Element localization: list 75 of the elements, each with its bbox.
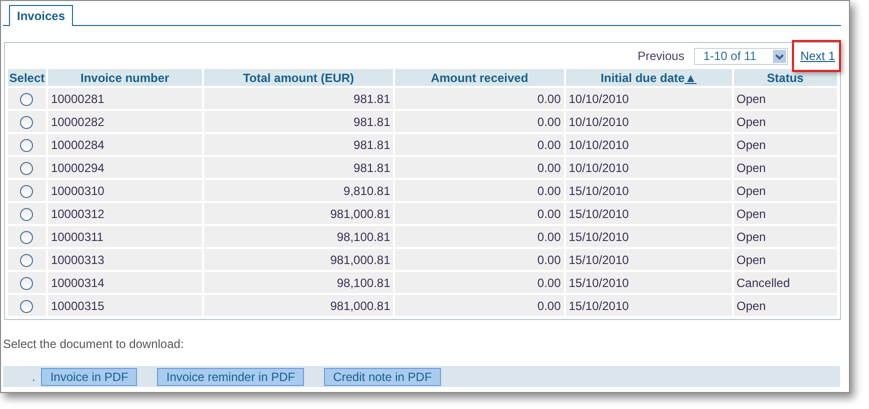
table-cell: 0.00 (395, 180, 564, 201)
column-header: Select (8, 69, 46, 86)
radio-button[interactable] (20, 276, 34, 290)
table-cell: 0.00 (395, 134, 564, 155)
table-cell: 10000312 (48, 203, 202, 224)
table-cell: 10000313 (48, 249, 202, 270)
table-cell: Open (734, 226, 837, 247)
table-cell: 0.00 (395, 249, 564, 270)
table-cell: 10/10/2010 (566, 88, 732, 109)
table-cell: 15/10/2010 (566, 226, 732, 247)
table-cell: 0.00 (395, 88, 564, 109)
radio-button[interactable] (20, 184, 34, 198)
table-cell: 10000282 (48, 111, 202, 132)
download-prompt: Select the document to download: (3, 337, 185, 351)
column-header: Total amount (EUR) (204, 69, 394, 86)
table-cell: 981,000.81 (204, 249, 394, 270)
table-cell: 10000281 (48, 88, 202, 109)
bullet-mark: . (32, 370, 36, 384)
table-cell: 0.00 (395, 203, 564, 224)
page-range-dropdown[interactable]: 1-10 of 11 (694, 48, 788, 64)
table-cell: Open (734, 134, 837, 155)
table-cell: 10000310 (48, 180, 202, 201)
table-cell: 10/10/2010 (566, 157, 732, 178)
table-cell: Open (734, 157, 837, 178)
table-cell: 10000294 (48, 157, 202, 178)
table-cell: Open (734, 203, 837, 224)
table-cell: 15/10/2010 (566, 180, 732, 201)
table-cell: 0.00 (395, 226, 564, 247)
table-cell: 15/10/2010 (566, 272, 732, 293)
download-button[interactable]: Credit note in PDF (324, 368, 441, 386)
column-header: Status (734, 69, 837, 86)
radio-button[interactable] (20, 300, 34, 313)
table-cell: 10000314 (48, 272, 202, 293)
table-cell: 981,000.81 (204, 295, 394, 316)
column-header: Invoice number (48, 69, 202, 86)
table-cell: Open (734, 111, 837, 132)
table-cell: Cancelled (734, 272, 837, 293)
table-cell: 15/10/2010 (566, 203, 732, 224)
table-cell: Open (734, 295, 837, 316)
table-cell: Open (734, 180, 837, 201)
column-header: Initial due date▲ (566, 69, 732, 86)
table-cell: 981.81 (204, 157, 394, 178)
radio-button[interactable] (20, 116, 34, 129)
download-button[interactable]: Invoice in PDF (41, 368, 138, 386)
radio-button[interactable] (20, 162, 34, 175)
table-cell: 0.00 (395, 295, 564, 316)
radio-button[interactable] (20, 254, 34, 267)
table-cell: 10000311 (48, 226, 202, 247)
table-cell: 0.00 (395, 111, 564, 132)
radio-button[interactable] (20, 138, 34, 152)
table-cell: 10/10/2010 (566, 134, 732, 155)
table-cell: 0.00 (395, 157, 564, 178)
table-cell: 10000284 (48, 134, 202, 155)
download-button[interactable]: Invoice reminder in PDF (157, 368, 304, 386)
table-cell: 98,100.81 (204, 226, 394, 247)
table-cell: 10000315 (48, 295, 202, 316)
table-cell: Open (734, 249, 837, 270)
next-link[interactable]: Next 1 (800, 49, 835, 63)
radio-button[interactable] (20, 230, 34, 244)
table-cell: 981.81 (204, 111, 394, 132)
table-cell: 0.00 (395, 272, 564, 293)
radio-button[interactable] (20, 208, 34, 221)
table-cell: 981.81 (204, 134, 394, 155)
table-cell: 9,810.81 (204, 180, 394, 201)
table-cell: 981,000.81 (204, 203, 394, 224)
table-cell: 15/10/2010 (566, 249, 732, 270)
radio-button[interactable] (20, 92, 34, 106)
previous-label: Previous (638, 49, 684, 63)
column-header: Amount received (395, 69, 564, 86)
table-cell: 98,100.81 (204, 272, 394, 293)
tab[interactable]: Invoices (9, 5, 74, 26)
table-cell: 981.81 (204, 88, 394, 109)
table-cell: Open (734, 88, 837, 109)
table-cell: 10/10/2010 (566, 111, 732, 132)
table-cell: 15/10/2010 (566, 295, 732, 316)
